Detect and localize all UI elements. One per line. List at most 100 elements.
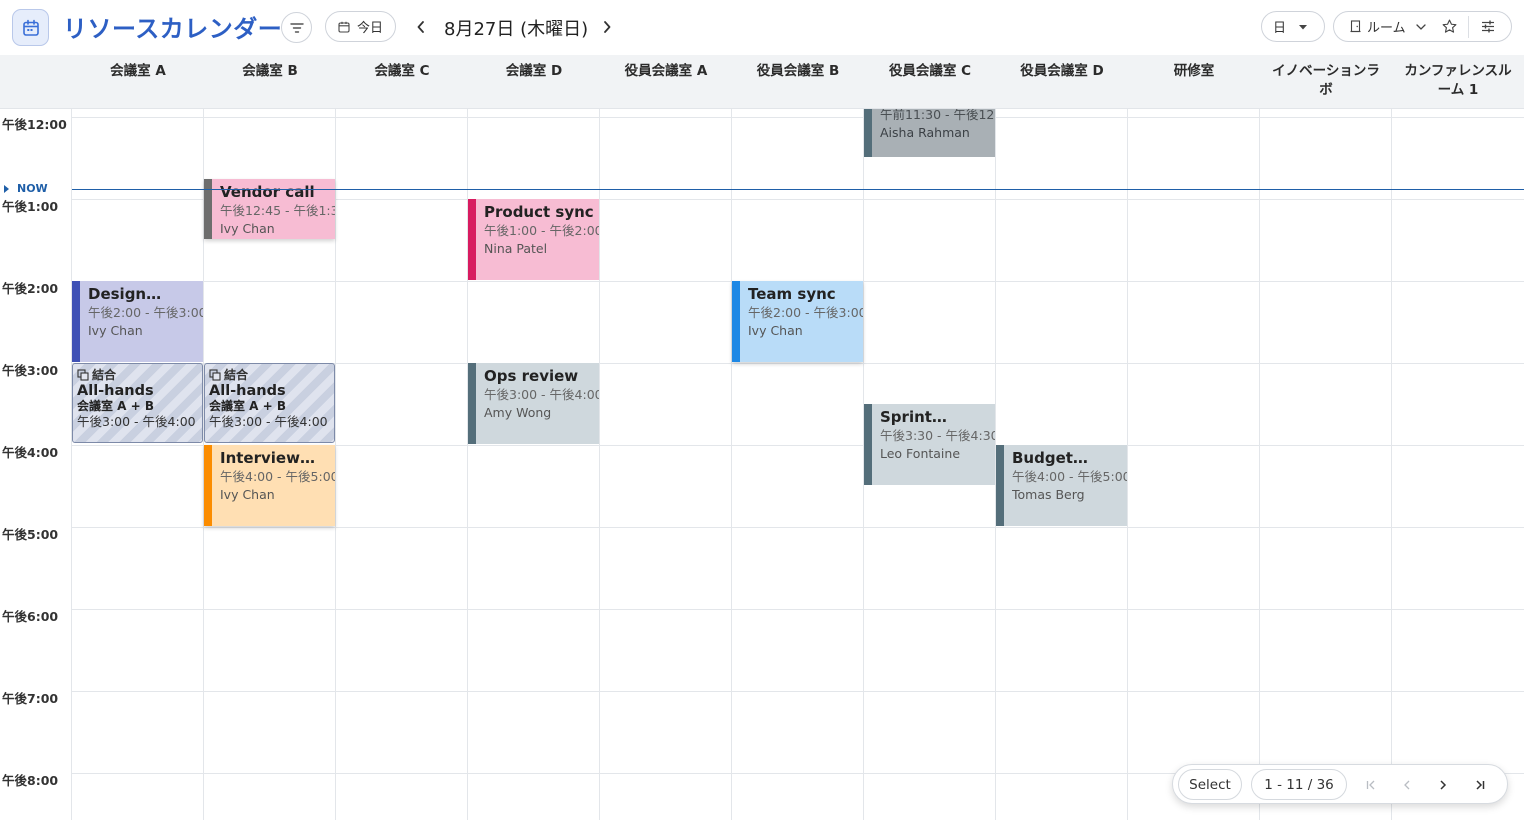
page-title: リソースカレンダー (63, 15, 283, 43)
event-person: Amy Wong (484, 405, 552, 420)
select-button[interactable]: Select (1178, 769, 1242, 800)
event-title: Sprint… (880, 408, 947, 426)
event-color-bar (996, 445, 1004, 526)
event-card[interactable]: Budget… 午後4:00 - 午後5:00 Tomas Berg (996, 445, 1127, 526)
favorite-button[interactable] (1440, 19, 1460, 34)
event-card[interactable]: 午前11:30 - 午後12:30 Aisha Rahman (864, 109, 995, 157)
event-card[interactable]: Design… 午後2:00 - 午後3:00 Ivy Chan (72, 281, 203, 362)
merged-event-card[interactable]: 結合 All-hands 会議室 A + B 午後3:00 - 午後4:00 (72, 363, 203, 443)
time-label: 午後6:00 (2, 609, 59, 624)
filter-button[interactable] (281, 12, 312, 43)
column-header[interactable]: 役員会議室 A (600, 62, 732, 81)
event-color-bar (468, 199, 476, 280)
time-label: 午後12:00 (2, 117, 67, 132)
event-title: Product sync (484, 203, 594, 221)
column-line (599, 109, 600, 820)
next-day-button[interactable] (597, 14, 617, 40)
event-person: Ivy Chan (220, 487, 275, 502)
resource-column-header: 会議室 A 会議室 B 会議室 C 会議室 D 役員会議室 A 役員会議室 B … (0, 55, 1524, 109)
resource-select[interactable]: ルーム (1350, 17, 1426, 36)
hour-line (72, 609, 1524, 610)
column-header[interactable]: 研修室 (1128, 62, 1260, 81)
column-header[interactable]: イノベーションラボ (1260, 62, 1392, 100)
hour-line (72, 691, 1524, 692)
calendar-app-icon[interactable] (12, 9, 49, 46)
merged-event-card[interactable]: 結合 All-hands 会議室 A + B 午後3:00 - 午後4:00 (204, 363, 335, 443)
prev-day-button[interactable] (411, 14, 431, 40)
event-time: 午後3:00 - 午後4:00 (209, 414, 328, 429)
event-color-bar (204, 445, 212, 526)
event-person: Tomas Berg (1012, 487, 1085, 502)
last-page-icon (1475, 780, 1484, 790)
column-header[interactable]: 役員会議室 D (996, 62, 1128, 81)
event-person: Ivy Chan (220, 221, 275, 236)
event-title: Team sync (748, 285, 836, 303)
settings-button[interactable] (1479, 20, 1497, 33)
time-label: 午後4:00 (2, 445, 59, 460)
column-line (731, 109, 732, 820)
resource-select-value: ルーム (1367, 21, 1406, 36)
column-header[interactable]: 会議室 A (72, 62, 204, 81)
merge-icon (77, 369, 89, 381)
merged-badge-label: 結合 (224, 368, 249, 382)
event-card[interactable]: Sprint… 午後3:30 - 午後4:30 Leo Fontaine (864, 404, 995, 485)
today-label: 今日 (357, 21, 384, 36)
event-title: Design… (88, 285, 162, 303)
star-icon (1442, 19, 1457, 33)
hour-line (72, 527, 1524, 528)
calendar-grid[interactable]: 午後12:00 午後1:00 午後2:00 午後3:00 午後4:00 午後5:… (0, 109, 1524, 820)
merged-rooms: 会議室 A + B (209, 399, 287, 413)
event-card[interactable]: Team sync 午後2:00 - 午後3:00 Ivy Chan (732, 281, 863, 362)
column-header[interactable]: 会議室 D (468, 62, 600, 81)
column-header[interactable]: 会議室 C (336, 62, 468, 81)
column-header[interactable]: カンファレンスルーム 1 (1392, 62, 1524, 100)
merged-badge: 結合 (209, 367, 330, 383)
event-person: Ivy Chan (748, 323, 803, 338)
event-card[interactable]: Product sync 午後1:00 - 午後2:00 Nina Patel (468, 199, 599, 280)
column-line (1259, 109, 1260, 820)
toolbar-divider (1467, 15, 1469, 38)
event-card[interactable]: Ops review 午後3:00 - 午後4:00 Amy Wong (468, 363, 599, 444)
first-page-icon (1366, 780, 1374, 790)
toolbar: リソースカレンダー 今日 8月27日 (木曜日) 日 ルーム (0, 0, 1524, 55)
chevron-left-icon (417, 21, 424, 33)
column-header[interactable]: 役員会議室 C (864, 62, 996, 81)
event-person: Nina Patel (484, 241, 548, 256)
page-range: 1 - 11 / 36 (1251, 769, 1347, 800)
event-color-bar (864, 109, 872, 157)
event-title: Interview… (220, 449, 315, 467)
time-label: 午後1:00 (2, 199, 59, 214)
merged-rooms: 会議室 A + B (77, 399, 155, 413)
view-select[interactable]: 日 (1261, 11, 1325, 42)
time-label: 午後7:00 (2, 691, 59, 706)
merged-badge-label: 結合 (92, 368, 117, 382)
hour-line (72, 117, 1524, 118)
event-card[interactable]: Vendor call 午後12:45 - 午後1:30 Ivy Chan (204, 179, 335, 239)
current-date: 8月27日 (木曜日) (444, 19, 589, 40)
column-line (1391, 109, 1392, 820)
chevron-down-icon (1415, 23, 1426, 30)
last-page-button[interactable] (1468, 773, 1490, 797)
chevron-right-icon (1440, 780, 1447, 790)
resource-toolbar: ルーム (1333, 11, 1512, 42)
event-person: Aisha Rahman (880, 125, 970, 140)
prev-page-button[interactable] (1396, 773, 1418, 797)
now-indicator-line (72, 189, 1524, 190)
merge-icon (209, 369, 221, 381)
filter-icon (289, 22, 304, 33)
column-header[interactable]: 会議室 B (204, 62, 336, 81)
first-page-button[interactable] (1360, 773, 1382, 797)
event-color-bar (204, 179, 212, 239)
event-time: 午後1:00 - 午後2:00 (484, 223, 599, 238)
event-card[interactable]: Interview… 午後4:00 - 午後5:00 Ivy Chan (204, 445, 335, 526)
time-label: 午後5:00 (2, 527, 59, 542)
today-button[interactable]: 今日 (325, 11, 396, 42)
time-label: 午後8:00 (2, 773, 59, 788)
next-page-button[interactable] (1432, 773, 1454, 797)
time-label: 午後3:00 (2, 363, 59, 378)
event-color-bar (72, 281, 80, 362)
event-person: Ivy Chan (88, 323, 143, 338)
column-header[interactable]: 役員会議室 B (732, 62, 864, 81)
event-color-bar (468, 363, 476, 444)
now-arrow-icon (4, 184, 9, 193)
